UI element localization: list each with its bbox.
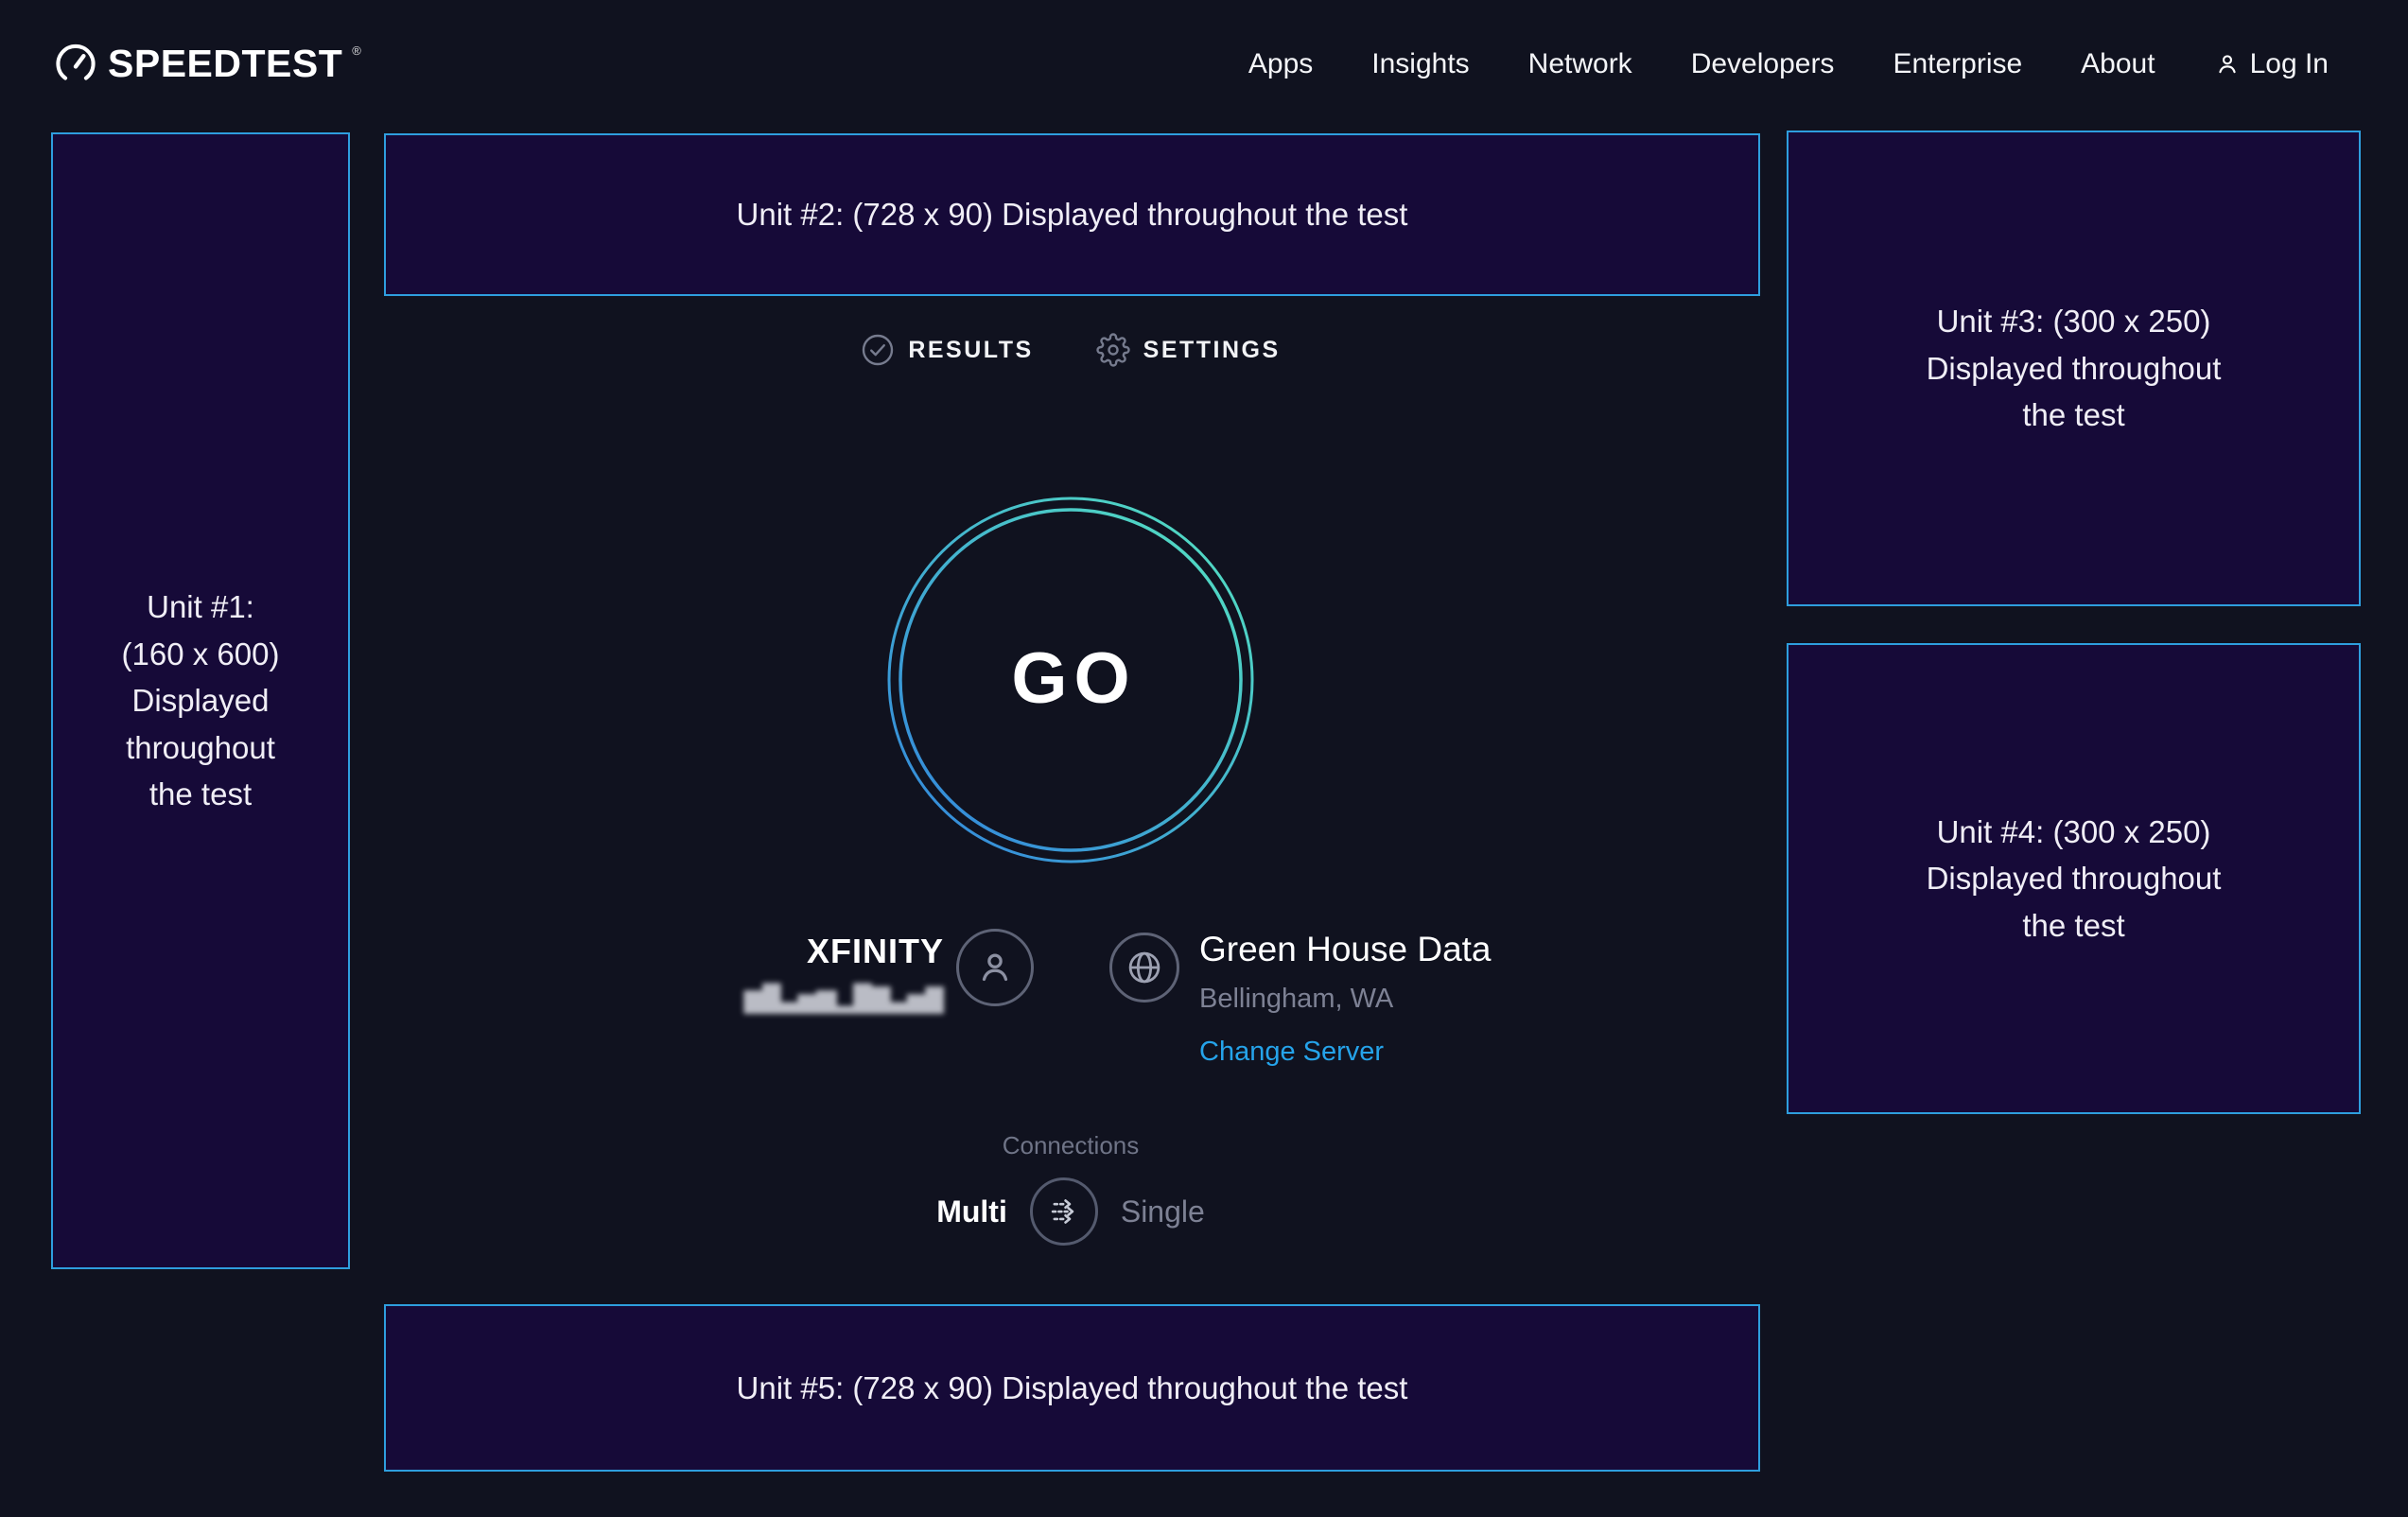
nav-insights[interactable]: Insights: [1371, 48, 1469, 80]
logo-text: SPEEDTEST: [108, 42, 342, 85]
nav-network[interactable]: Network: [1528, 48, 1632, 80]
server-name: Green House Data: [1199, 929, 1492, 970]
ad-unit-2-text: Unit #2: (728 x 90) Displayed throughout…: [737, 191, 1408, 238]
ip-address-redacted: ▆█▃▅▆▂█▇▃▅▇: [719, 983, 944, 1014]
login-button[interactable]: Log In: [2214, 48, 2329, 80]
nav-apps[interactable]: Apps: [1248, 48, 1313, 80]
change-server-link[interactable]: Change Server: [1199, 1037, 1492, 1068]
connections-toggle: Multi Single: [881, 1177, 1260, 1246]
tab-results[interactable]: RESULTS: [861, 333, 1033, 367]
go-button[interactable]: GO: [886, 496, 1255, 864]
ad-unit-1-text: Unit #1: (160 x 600) Displayed throughou…: [115, 584, 286, 818]
view-tabs: RESULTS SETTINGS: [787, 333, 1354, 367]
isp-info: XFINITY ▆█▃▅▆▂█▇▃▅▇: [719, 932, 944, 1014]
server-globe-icon: [1109, 933, 1179, 1003]
settings-label: SETTINGS: [1143, 337, 1281, 364]
connections-multi-option[interactable]: Multi: [936, 1194, 1007, 1229]
logo[interactable]: SPEEDTEST ®: [53, 42, 361, 87]
login-label: Log In: [2250, 48, 2329, 80]
nav-enterprise[interactable]: Enterprise: [1893, 48, 2022, 80]
ad-unit-4: Unit #4: (300 x 250) Displayed throughou…: [1787, 643, 2361, 1114]
server-location: Bellingham, WA: [1199, 984, 1492, 1015]
ad-unit-3-text: Unit #3: (300 x 250) Displayed throughou…: [1913, 298, 2235, 439]
ad-unit-5-text: Unit #5: (728 x 90) Displayed throughout…: [737, 1365, 1408, 1412]
isp-name: XFINITY: [719, 932, 944, 971]
ad-unit-2: Unit #2: (728 x 90) Displayed throughout…: [384, 133, 1760, 296]
gear-icon: [1096, 333, 1130, 367]
connections-single-option[interactable]: Single: [1121, 1194, 1205, 1229]
ad-unit-1: Unit #1: (160 x 600) Displayed throughou…: [51, 132, 350, 1269]
speedometer-icon: [53, 42, 98, 87]
server-info: Green House Data Bellingham, WA Change S…: [1199, 929, 1492, 1068]
results-label: RESULTS: [908, 337, 1033, 364]
user-icon: [973, 946, 1017, 989]
ad-unit-3: Unit #3: (300 x 250) Displayed throughou…: [1787, 131, 2361, 606]
globe-icon: [1125, 948, 1164, 987]
check-circle-icon: [861, 333, 895, 367]
connections-toggle-button[interactable]: [1030, 1177, 1098, 1246]
ad-unit-4-text: Unit #4: (300 x 250) Displayed throughou…: [1913, 809, 2235, 950]
connections-label: Connections: [881, 1131, 1260, 1160]
main-nav: Apps Insights Network Developers Enterpr…: [1248, 48, 2329, 80]
logo-trademark: ®: [352, 44, 361, 58]
go-label: GO: [1004, 637, 1136, 720]
isp-user-icon: [956, 929, 1034, 1006]
speedtest-page: SPEEDTEST ® Apps Insights Network Develo…: [0, 0, 2408, 1517]
tab-settings[interactable]: SETTINGS: [1096, 333, 1281, 367]
multi-connections-icon: [1044, 1192, 1084, 1231]
user-icon: [2214, 51, 2241, 78]
nav-developers[interactable]: Developers: [1691, 48, 1835, 80]
ad-unit-5: Unit #5: (728 x 90) Displayed throughout…: [384, 1304, 1760, 1472]
nav-about[interactable]: About: [2081, 48, 2155, 80]
header: SPEEDTEST ® Apps Insights Network Develo…: [0, 0, 2408, 129]
